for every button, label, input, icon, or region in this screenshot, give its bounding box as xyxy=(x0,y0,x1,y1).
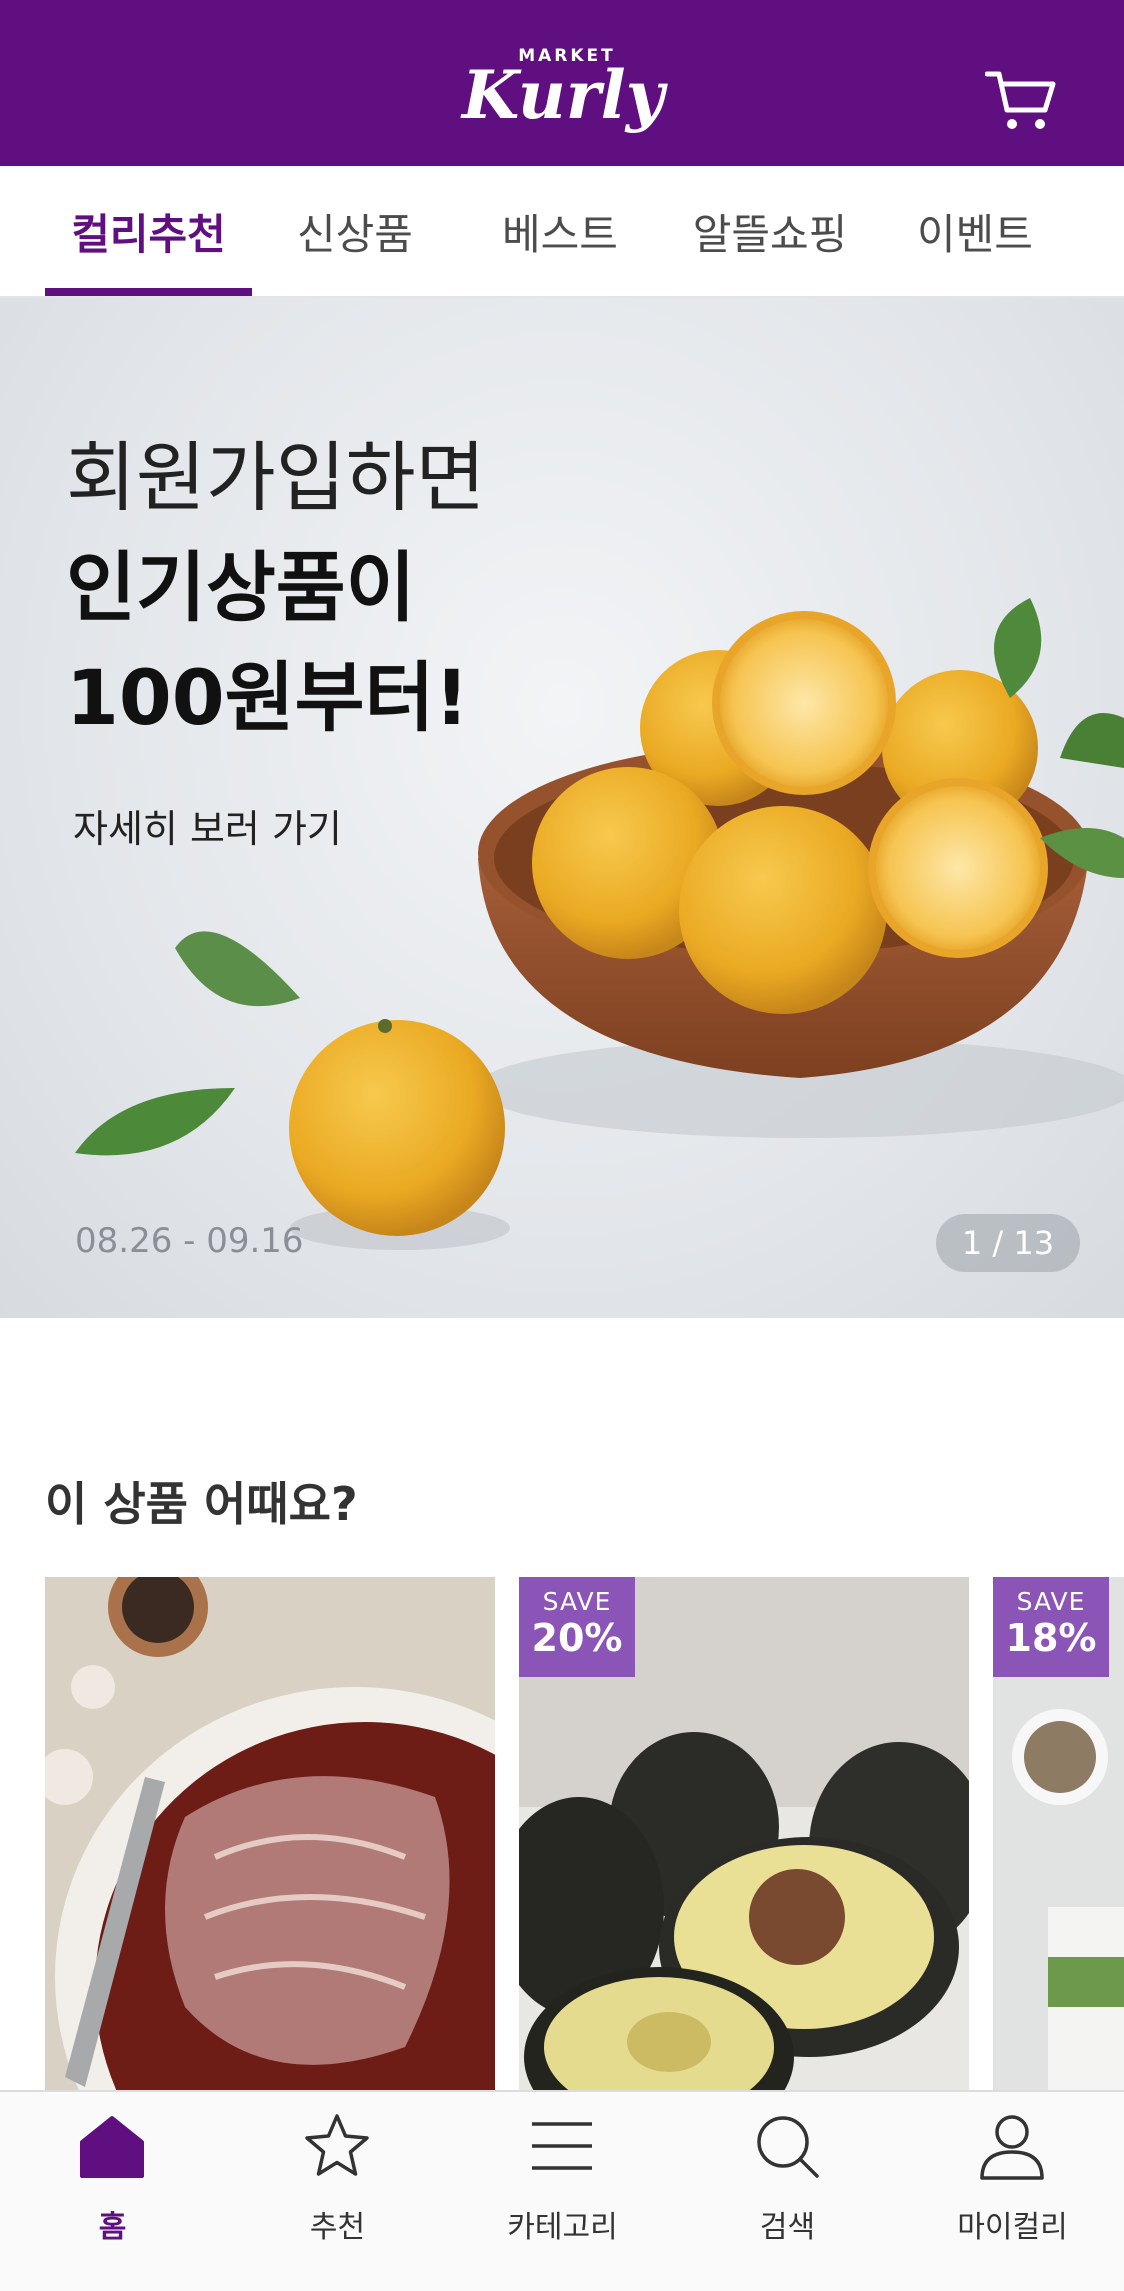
section-title: 이 상품 어때요? xyxy=(45,1477,358,1531)
nav-search-label: 검색 xyxy=(759,2210,816,2245)
tab-best[interactable]: 베스트 xyxy=(470,166,650,296)
nav-category[interactable]: 카테고리 xyxy=(450,2092,675,2291)
tab-kurly-recommend[interactable]: 컬리추천 xyxy=(45,166,252,296)
bottom-navigation: 홈 추천 카테고리 검색 마이컬리 xyxy=(0,2090,1124,2291)
nav-my-kurly[interactable]: 마이컬리 xyxy=(900,2092,1124,2291)
discount-percent: 20% xyxy=(531,1616,623,1660)
discount-percent: 18% xyxy=(1005,1616,1097,1660)
app-header: MARKET Kurly xyxy=(0,0,1124,166)
user-icon xyxy=(980,2115,1044,2180)
nav-recommend-label: 추천 xyxy=(309,2210,366,2245)
banner-headline-line3: 100원부터! xyxy=(66,653,470,742)
menu-icon xyxy=(532,2122,592,2170)
nav-category-label: 카테고리 xyxy=(507,2210,618,2245)
nav-home[interactable]: 홈 xyxy=(0,2092,225,2291)
save-label: SAVE xyxy=(542,1587,612,1616)
save-label: SAVE xyxy=(1016,1587,1086,1616)
product-card[interactable]: SAVE 18% xyxy=(993,1577,1124,2097)
search-icon xyxy=(757,2116,819,2178)
kurly-logo[interactable]: MARKET Kurly xyxy=(462,40,665,160)
cart-icon[interactable] xyxy=(985,66,1057,136)
product-card[interactable]: SAVE 20% xyxy=(519,1577,969,2097)
active-tab-indicator xyxy=(45,288,252,296)
banner-headline-line1: 회원가입하면 xyxy=(66,433,486,522)
star-icon xyxy=(305,2114,369,2176)
home-icon xyxy=(80,2116,144,2178)
product-card[interactable] xyxy=(45,1577,495,2097)
banner-date-range: 08.26 - 09.16 xyxy=(75,1221,304,1261)
logo-kurly-text: Kurly xyxy=(462,56,665,134)
nav-home-label: 홈 xyxy=(98,2210,127,2245)
nav-recommend[interactable]: 추천 xyxy=(225,2092,450,2291)
tab-thrifty-shopping[interactable]: 알뜰쇼핑 xyxy=(670,166,870,296)
promo-banner[interactable]: 회원가입하면 인기상품이 100원부터! 자세히 보러 가기 08.26 - 0… xyxy=(0,298,1124,1318)
save-badge: SAVE 20% xyxy=(519,1577,635,1677)
nav-my-kurly-label: 마이컬리 xyxy=(957,2210,1068,2245)
nav-search[interactable]: 검색 xyxy=(675,2092,900,2291)
save-badge: SAVE 18% xyxy=(993,1577,1109,1677)
tab-new-products[interactable]: 신상품 xyxy=(265,166,445,296)
marinated-pork-image xyxy=(45,1577,495,2097)
tab-events[interactable]: 이벤트 xyxy=(890,166,1060,296)
category-tabs: 컬리추천 신상품 베스트 알뜰쇼핑 이벤트 xyxy=(0,166,1124,298)
banner-headline-line2: 인기상품이 xyxy=(66,543,416,632)
banner-detail-link[interactable]: 자세히 보러 가기 xyxy=(73,798,342,853)
banner-page-counter: 1 / 13 xyxy=(936,1214,1080,1272)
